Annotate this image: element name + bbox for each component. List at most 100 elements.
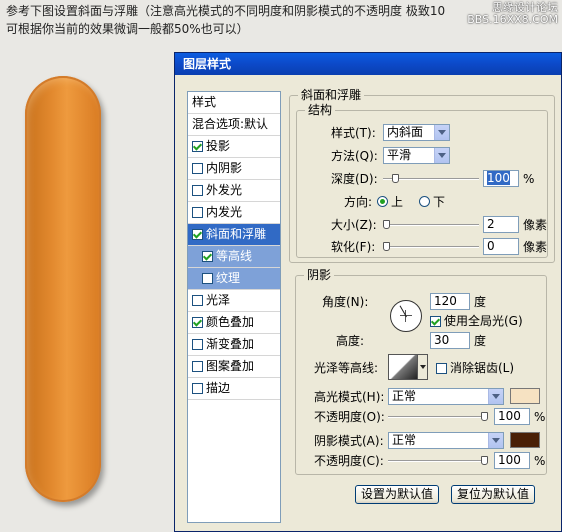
direction-up-label: 上	[391, 195, 404, 209]
structure-title: 结构	[305, 103, 336, 117]
shadow-opacity-slider-thumb[interactable]	[481, 456, 488, 465]
outer-glow-checkbox[interactable]	[192, 185, 203, 196]
soften-slider-thumb[interactable]	[383, 242, 390, 251]
chevron-down-icon[interactable]	[434, 148, 449, 163]
bevel-emboss-checkbox[interactable]	[192, 229, 203, 240]
chevron-down-icon[interactable]	[488, 433, 503, 448]
anti-aliased-checkbox[interactable]	[436, 363, 447, 374]
styles-list-header[interactable]: 样式	[188, 92, 280, 114]
stroke-checkbox[interactable]	[192, 383, 203, 394]
highlight-opacity-input[interactable]: 100	[494, 408, 530, 425]
direction-down-radio[interactable]	[419, 196, 430, 207]
gradient-overlay-checkbox[interactable]	[192, 339, 203, 350]
orange-pill-preview	[25, 76, 101, 502]
structure-group: 结构 样式(T): 内斜面 方法(Q): 平滑 深度(D): 100 % 方向:	[296, 103, 548, 258]
style-item-pattern-overlay[interactable]: 图案叠加	[188, 356, 280, 378]
shadow-mode-label: 阴影模式(A):	[314, 434, 384, 448]
highlight-opacity-slider-thumb[interactable]	[481, 412, 488, 421]
shadow-mode-value: 正常	[392, 433, 417, 447]
shadow-opacity-slider[interactable]	[388, 456, 488, 466]
altitude-input[interactable]: 30	[430, 332, 470, 349]
style-item-inner-shadow[interactable]: 内阴影	[188, 158, 280, 180]
shadow-mode-select[interactable]: 正常	[388, 432, 504, 449]
make-default-button[interactable]: 设置为默认值	[355, 485, 439, 504]
style-item-label: 图案叠加	[206, 359, 255, 373]
shadow-opacity-unit: %	[534, 454, 546, 468]
inner-glow-checkbox[interactable]	[192, 207, 203, 218]
bevel-style-value: 内斜面	[387, 125, 424, 139]
size-slider[interactable]	[383, 220, 479, 230]
direction-label: 方向:	[344, 195, 373, 209]
style-item-stroke[interactable]: 描边	[188, 378, 280, 400]
chevron-down-icon[interactable]	[418, 354, 428, 380]
style-item-label: 内阴影	[206, 161, 243, 175]
depth-slider[interactable]	[383, 174, 479, 184]
highlight-mode-label: 高光模式(H):	[314, 390, 385, 404]
shading-title: 阴影	[304, 268, 335, 282]
style-item-texture[interactable]: 纹理	[188, 268, 280, 290]
soften-input[interactable]: 0	[483, 238, 519, 255]
drop-shadow-checkbox[interactable]	[192, 141, 203, 152]
bevel-emboss-title: 斜面和浮雕	[298, 88, 365, 102]
styles-list: 样式 混合选项:默认 投影 内阴影 外发光 内发光 斜面和浮雕 等高线 纹理 光…	[187, 91, 281, 523]
size-value: 2	[487, 217, 495, 231]
inner-shadow-checkbox[interactable]	[192, 163, 203, 174]
depth-slider-thumb[interactable]	[392, 174, 399, 183]
shadow-opacity-value: 100	[498, 453, 521, 467]
slider-track	[388, 416, 488, 418]
style-item-gradient-overlay[interactable]: 渐变叠加	[188, 334, 280, 356]
technique-select[interactable]: 平滑	[383, 147, 450, 164]
shadow-opacity-input[interactable]: 100	[494, 452, 530, 469]
style-item-satin[interactable]: 光泽	[188, 290, 280, 312]
technique-label: 方法(Q):	[331, 149, 378, 163]
style-item-drop-shadow[interactable]: 投影	[188, 136, 280, 158]
highlight-mode-select[interactable]: 正常	[388, 388, 504, 405]
direction-up-radio[interactable]	[377, 196, 388, 207]
style-item-inner-glow[interactable]: 内发光	[188, 202, 280, 224]
style-item-label: 斜面和浮雕	[206, 227, 267, 241]
layer-style-dialog: 图层样式 样式 混合选项:默认 投影 内阴影 外发光 内发光 斜面和浮雕 等高线…	[174, 52, 562, 532]
highlight-opacity-value: 100	[498, 409, 521, 423]
contour-checkbox[interactable]	[202, 251, 213, 262]
highlight-color-swatch[interactable]	[510, 388, 540, 404]
pattern-overlay-checkbox[interactable]	[192, 361, 203, 372]
global-light-label: 使用全局光(G)	[444, 314, 523, 328]
bevel-style-select[interactable]: 内斜面	[383, 124, 450, 141]
slider-track	[383, 246, 479, 248]
direction-down-label: 下	[433, 195, 446, 209]
color-overlay-checkbox[interactable]	[192, 317, 203, 328]
style-item-label: 颜色叠加	[206, 315, 255, 329]
highlight-opacity-unit: %	[534, 410, 546, 424]
style-item-color-overlay[interactable]: 颜色叠加	[188, 312, 280, 334]
soften-value: 0	[487, 239, 495, 253]
size-slider-thumb[interactable]	[383, 220, 390, 229]
style-item-outer-glow[interactable]: 外发光	[188, 180, 280, 202]
angle-dial[interactable]	[390, 300, 422, 332]
soften-slider[interactable]	[383, 242, 479, 252]
altitude-unit: 度	[474, 334, 487, 348]
style-item-contour[interactable]: 等高线	[188, 246, 280, 268]
chevron-down-icon[interactable]	[434, 125, 449, 140]
global-light-checkbox[interactable]	[430, 316, 441, 327]
bevel-emboss-group: 斜面和浮雕 结构 样式(T): 内斜面 方法(Q): 平滑 深度(D): 100…	[289, 88, 555, 263]
reset-default-button[interactable]: 复位为默认值	[451, 485, 535, 504]
angle-label: 角度(N):	[322, 295, 369, 309]
blending-options-item[interactable]: 混合选项:默认	[188, 114, 280, 136]
satin-checkbox[interactable]	[192, 295, 203, 306]
style-item-bevel-emboss[interactable]: 斜面和浮雕	[188, 224, 280, 246]
dialog-titlebar[interactable]: 图层样式	[175, 53, 561, 75]
chevron-down-icon[interactable]	[488, 389, 503, 404]
gloss-contour-picker[interactable]	[388, 354, 418, 380]
highlight-opacity-label: 不透明度(O):	[314, 410, 385, 424]
soften-label: 软化(F):	[331, 240, 376, 254]
depth-input[interactable]: 100	[483, 170, 519, 187]
angle-unit: 度	[474, 295, 487, 309]
texture-checkbox[interactable]	[202, 273, 213, 284]
shadow-color-swatch[interactable]	[510, 432, 540, 448]
technique-value: 平滑	[387, 148, 412, 162]
altitude-value: 30	[434, 333, 450, 347]
size-input[interactable]: 2	[483, 216, 519, 233]
highlight-opacity-slider[interactable]	[388, 412, 488, 422]
angle-input[interactable]: 120	[430, 293, 470, 310]
highlight-mode-value: 正常	[392, 389, 417, 403]
